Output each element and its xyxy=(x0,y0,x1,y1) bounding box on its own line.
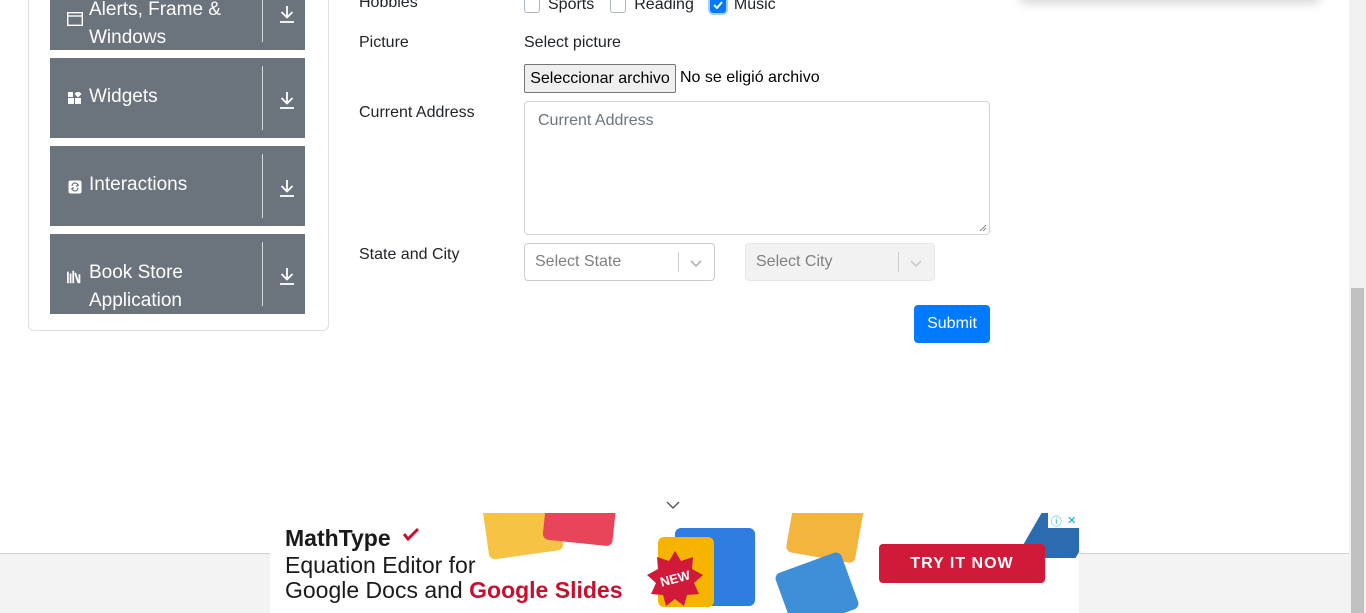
ad-info-icon[interactable]: ⓘ xyxy=(1051,513,1062,529)
ad-headline-prefix: Google Docs and xyxy=(285,577,470,603)
ad-close-icon[interactable]: ✕ xyxy=(1067,514,1076,527)
divider xyxy=(262,0,263,42)
state-city-label: State and City xyxy=(359,246,460,263)
current-address-label: Current Address xyxy=(359,104,475,121)
hobby-music-label[interactable]: Music xyxy=(734,0,776,14)
scrollbar-thumb[interactable] xyxy=(1351,288,1364,613)
current-address-placeholder: Current Address xyxy=(538,112,654,129)
widgets-icon xyxy=(67,91,83,107)
sidebar-group-book-store-application[interactable]: Book Store Application xyxy=(50,234,305,314)
chevron-down-icon[interactable] xyxy=(907,254,925,272)
hobby-reading-label[interactable]: Reading xyxy=(634,0,694,14)
ad-headline-line1: Equation Editor for xyxy=(285,552,476,578)
sidebar-group-label-line2: Application xyxy=(89,290,182,311)
city-select[interactable]: Select City xyxy=(745,243,935,281)
new-badge-icon: NEW xyxy=(647,551,703,606)
page: Alerts, Frame & Windows Widgets Interact… xyxy=(0,0,1366,613)
divider xyxy=(262,154,263,218)
sidebar-group-label-line2: Windows xyxy=(89,27,167,48)
hobbies-checkboxes: Sports Reading Music xyxy=(524,0,792,16)
divider xyxy=(262,242,263,306)
try-it-now-button[interactable]: TRY IT NOW xyxy=(879,544,1045,583)
download-arrow-icon[interactable] xyxy=(278,266,296,286)
state-select-placeholder: Select State xyxy=(535,253,622,270)
sidebar-group-label: Alerts, Frame & xyxy=(89,0,221,20)
download-arrow-icon[interactable] xyxy=(278,90,296,110)
window-icon xyxy=(67,11,83,27)
file-status-text: No se eligió archivo xyxy=(680,69,820,86)
sidebar-group-widgets[interactable]: Widgets xyxy=(50,58,305,138)
resize-handle-icon[interactable] xyxy=(979,224,987,232)
ad-headline-highlight: Google Slides xyxy=(469,577,623,603)
city-select-placeholder: Select City xyxy=(756,253,833,270)
ad-brand: MathType xyxy=(285,525,391,551)
download-arrow-icon[interactable] xyxy=(278,178,296,198)
select-separator xyxy=(678,252,679,272)
sidebar-group-alerts-frame-windows[interactable]: Alerts, Frame & Windows xyxy=(50,0,305,50)
book-icon xyxy=(67,269,83,285)
hobbies-label: Hobbies xyxy=(359,0,418,11)
select-picture-label: Select picture xyxy=(524,34,621,51)
sidebar-group-label: Interactions xyxy=(89,174,188,195)
check-icon xyxy=(713,1,723,9)
ad-collapse-chevron-icon[interactable] xyxy=(664,498,682,512)
state-select[interactable]: Select State xyxy=(524,243,715,281)
ad-headline-line2: Google Docs and Google Slides xyxy=(285,577,623,604)
submit-button[interactable]: Submit xyxy=(914,305,990,343)
sidebar-group-interactions[interactable]: Interactions xyxy=(50,146,305,226)
hobby-sports-label[interactable]: Sports xyxy=(548,0,594,14)
picture-label: Picture xyxy=(359,34,409,51)
current-address-textarea[interactable]: Current Address xyxy=(524,101,990,235)
ad-banner[interactable]: MathType Equation Editor for Google Docs… xyxy=(270,513,1079,613)
interactions-icon xyxy=(67,179,83,195)
divider xyxy=(262,66,263,130)
chevron-down-icon[interactable] xyxy=(687,254,705,272)
sidebar-group-label: Widgets xyxy=(89,86,158,107)
hobby-sports-checkbox[interactable] xyxy=(524,0,540,13)
choose-file-button[interactable]: Seleccionar archivo xyxy=(524,64,676,93)
hobby-music-checkbox[interactable] xyxy=(709,0,726,13)
download-arrow-icon[interactable] xyxy=(278,4,296,24)
hobby-reading-checkbox[interactable] xyxy=(610,0,627,13)
mathtype-check-icon xyxy=(403,527,419,541)
ad-info-bar[interactable]: ⓘ ✕ xyxy=(1048,513,1079,528)
sidebar-group-label: Book Store xyxy=(89,262,183,283)
select-separator xyxy=(898,252,899,272)
